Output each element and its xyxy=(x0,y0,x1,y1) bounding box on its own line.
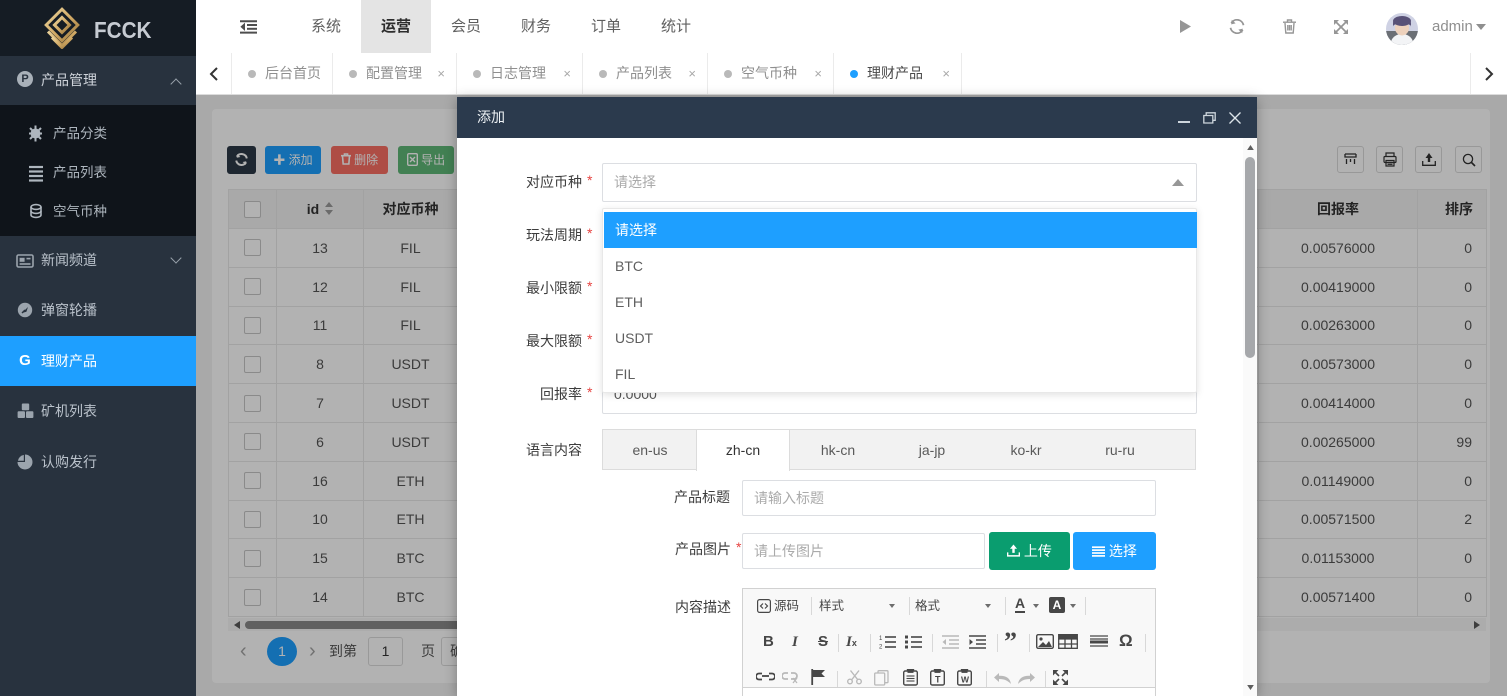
svg-text:1: 1 xyxy=(879,636,883,642)
svg-text:2: 2 xyxy=(879,645,883,650)
svg-text:W: W xyxy=(961,675,970,685)
svg-text:T: T xyxy=(935,675,941,685)
